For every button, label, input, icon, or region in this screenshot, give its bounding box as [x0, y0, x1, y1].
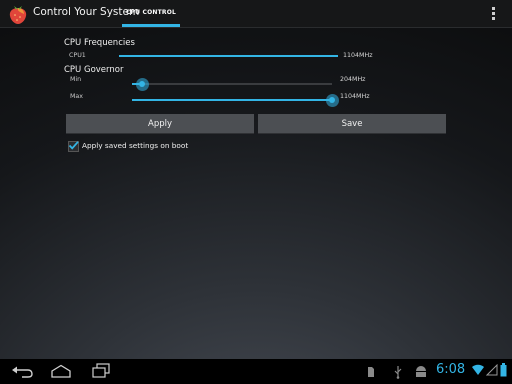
apply-button[interactable]: Apply	[66, 114, 254, 134]
strawberry-icon[interactable]	[7, 3, 29, 25]
battery-icon	[500, 363, 507, 377]
checkmark-icon	[68, 141, 79, 150]
save-button[interactable]: Save	[258, 114, 446, 134]
cpu-governor-title: CPU Governor	[64, 65, 124, 75]
cpu1-label: CPU1	[69, 52, 86, 59]
tab-label: CPU CONTROL	[125, 9, 177, 16]
max-label: Max	[70, 93, 84, 100]
action-bar: Control Your System CPU CONTROL	[0, 0, 512, 28]
max-slider-fill	[132, 99, 332, 101]
cpu1-value: 1104MHz	[343, 52, 373, 59]
min-slider-thumb[interactable]	[135, 77, 149, 91]
cpu1-frequency-fill	[119, 55, 338, 57]
app-window: Control Your System CPU CONTROL CPU Freq…	[0, 0, 512, 359]
min-value: 204MHz	[340, 76, 366, 83]
overflow-menu-icon[interactable]	[492, 7, 496, 21]
clock-time: 6:08	[436, 362, 466, 377]
tab-cpu-control[interactable]: CPU CONTROL	[122, 0, 180, 27]
usb-icon	[394, 366, 402, 379]
cpu1-frequency-bar	[119, 55, 338, 57]
max-frequency-slider[interactable]	[132, 93, 339, 107]
android-debug-icon	[416, 366, 426, 377]
max-slider-thumb[interactable]	[325, 93, 339, 107]
recent-apps-icon[interactable]	[91, 363, 111, 379]
signal-icon	[486, 364, 498, 376]
min-frequency-slider[interactable]	[132, 77, 332, 91]
sd-card-icon	[368, 367, 374, 377]
min-label: Min	[70, 76, 82, 83]
cpu-frequencies-title: CPU Frequencies	[64, 38, 135, 48]
max-value: 1104MHz	[340, 93, 370, 100]
back-icon[interactable]	[10, 364, 34, 378]
wifi-icon	[472, 364, 484, 375]
home-icon[interactable]	[50, 364, 72, 378]
apply-on-boot-checkbox[interactable]	[68, 141, 79, 152]
apply-on-boot-label: Apply saved settings on boot	[82, 141, 189, 150]
